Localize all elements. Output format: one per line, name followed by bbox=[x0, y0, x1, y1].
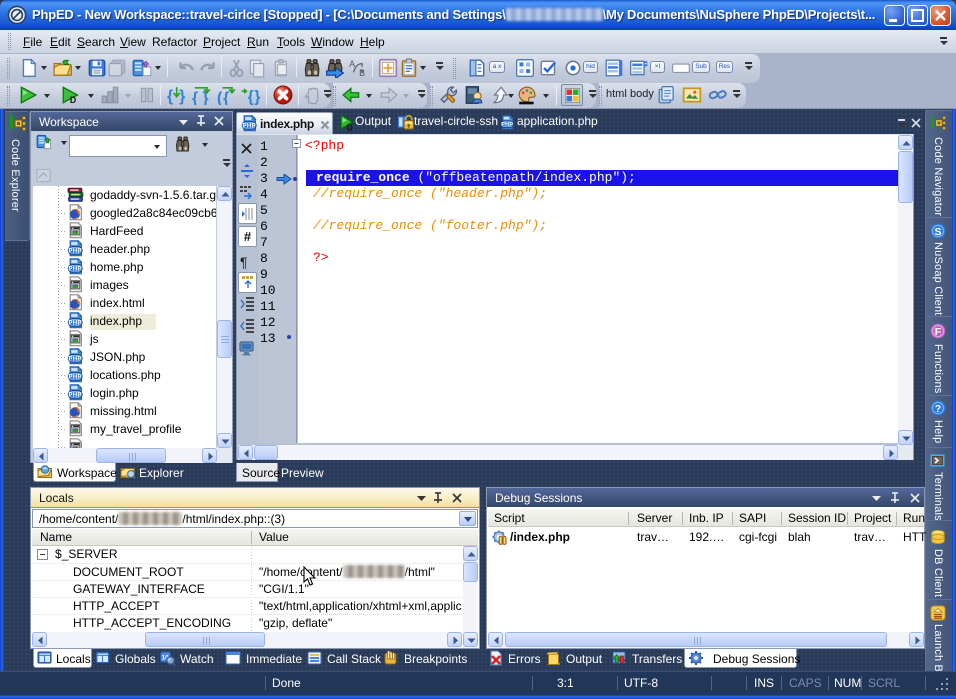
svg-text:}: } bbox=[254, 89, 260, 105]
svg-text:{: { bbox=[248, 89, 254, 105]
svg-text:(: ( bbox=[217, 90, 223, 105]
svg-text:}: } bbox=[179, 88, 185, 105]
svg-text:{: { bbox=[167, 88, 173, 105]
svg-text:{: { bbox=[192, 90, 198, 105]
svg-text:D: D bbox=[70, 95, 76, 105]
svg-text:A: A bbox=[349, 59, 355, 69]
svg-text:D: D bbox=[347, 124, 353, 132]
svg-text:B: B bbox=[359, 68, 365, 78]
svg-text:{: { bbox=[223, 90, 229, 105]
svg-text:F: F bbox=[935, 326, 942, 338]
svg-text:?: ? bbox=[935, 403, 941, 415]
svg-text:S: S bbox=[934, 226, 941, 238]
